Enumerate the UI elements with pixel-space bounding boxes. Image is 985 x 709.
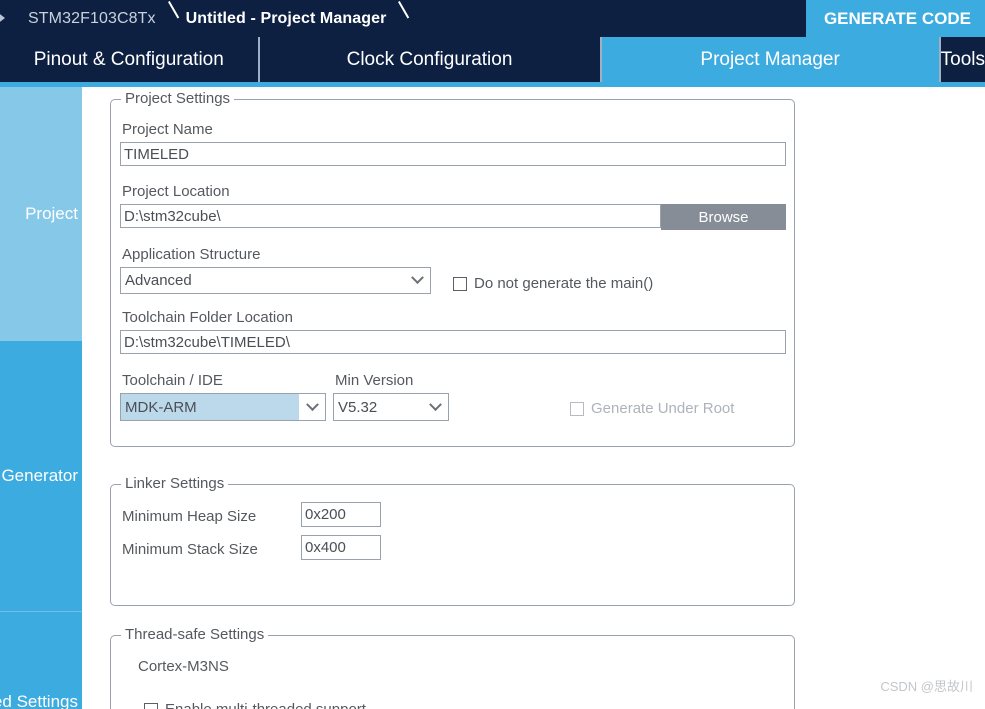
project-settings-group: Project Settings Project Name TIMELED Pr… [110, 90, 795, 447]
sidebar-item-project[interactable]: Project [0, 87, 82, 341]
sidebar-item-code-generator[interactable]: Code Generator [0, 341, 82, 611]
back-arrow-icon[interactable] [0, 11, 5, 25]
enable-multithreaded-support-label: Enable multi-threaded support [165, 701, 366, 709]
project-location-label: Project Location [122, 183, 230, 200]
minimum-stack-size-input[interactable]: 0x400 [301, 535, 381, 560]
generate-under-root-checkbox[interactable]: Generate Under Root [570, 400, 734, 417]
do-not-generate-main-checkbox[interactable]: Do not generate the main() [453, 275, 653, 292]
checkbox-box-icon [453, 276, 467, 291]
project-settings-pane: Project Settings Project Name TIMELED Pr… [85, 87, 985, 709]
enable-multithreaded-support-checkbox[interactable]: Enable multi-threaded support [144, 701, 366, 709]
breadcrumb-device[interactable]: STM32F103C8Tx [28, 10, 156, 28]
tab-clock-configuration[interactable]: Clock Configuration [257, 37, 600, 82]
tab-pinout-configuration[interactable]: Pinout & Configuration [0, 37, 258, 82]
chevron-down-icon [422, 394, 448, 420]
application-structure-select[interactable]: Advanced [120, 267, 431, 294]
toolchain-ide-select[interactable]: MDK-ARM [120, 393, 326, 421]
thread-safe-settings-group: Thread-safe Settings Cortex-M3NS Enable … [110, 626, 795, 709]
chevron-right-icon [386, 0, 416, 37]
checkbox-box-icon [144, 702, 158, 709]
minimum-heap-size-label: Minimum Heap Size [122, 508, 257, 525]
project-name-input[interactable]: TIMELED [120, 142, 786, 166]
project-location-input[interactable]: D:\stm32cube\ [120, 204, 661, 228]
tab-tools[interactable]: Tools [938, 37, 985, 82]
breadcrumb-current[interactable]: Untitled - Project Manager [186, 10, 387, 28]
browse-button[interactable]: Browse [661, 204, 786, 230]
stm32cubemx-window: STM32F103C8Tx Untitled - Project Manager… [0, 0, 985, 709]
checkbox-box-icon [570, 401, 584, 416]
do-not-generate-main-label: Do not generate the main() [474, 275, 654, 292]
generate-under-root-label: Generate Under Root [591, 400, 735, 417]
min-version-select[interactable]: V5.32 [333, 393, 449, 421]
minimum-heap-size-input[interactable]: 0x200 [301, 502, 381, 527]
toolchain-ide-label: Toolchain / IDE [122, 372, 223, 389]
linker-settings-group: Linker Settings Minimum Heap Size 0x200 … [110, 475, 795, 606]
application-structure-value: Advanced [125, 272, 192, 289]
min-version-label: Min Version [335, 372, 414, 389]
toolchain-folder-label: Toolchain Folder Location [122, 309, 293, 326]
minimum-stack-size-label: Minimum Stack Size [122, 541, 258, 558]
project-name-label: Project Name [122, 121, 213, 138]
cortex-core-label: Cortex-M3NS [138, 658, 229, 675]
chevron-down-icon [299, 394, 325, 420]
sidebar-item-advanced-settings[interactable]: Advanced Settings [0, 611, 82, 709]
min-version-value: V5.32 [338, 398, 378, 416]
chevron-down-icon [404, 268, 430, 293]
thread-safe-settings-group-title: Thread-safe Settings [121, 626, 269, 643]
linker-settings-group-title: Linker Settings [121, 475, 229, 492]
toolchain-folder-input[interactable]: D:\stm32cube\TIMELED\ [120, 330, 786, 354]
project-settings-group-title: Project Settings [121, 90, 235, 107]
tab-project-manager[interactable]: Project Manager [599, 37, 939, 82]
generate-code-button[interactable]: GENERATE CODE [805, 0, 985, 37]
project-manager-sidebar: Project Code Generator Advanced Settings [0, 87, 82, 709]
chevron-right-icon [156, 0, 186, 37]
toolchain-ide-value: MDK-ARM [125, 398, 197, 416]
breadcrumb-bar: STM32F103C8Tx Untitled - Project Manager… [0, 0, 985, 37]
application-structure-label: Application Structure [122, 246, 261, 263]
main-tab-bar: Pinout & Configuration Clock Configurati… [0, 37, 985, 82]
watermark: CSDN @思故川 [880, 679, 973, 694]
